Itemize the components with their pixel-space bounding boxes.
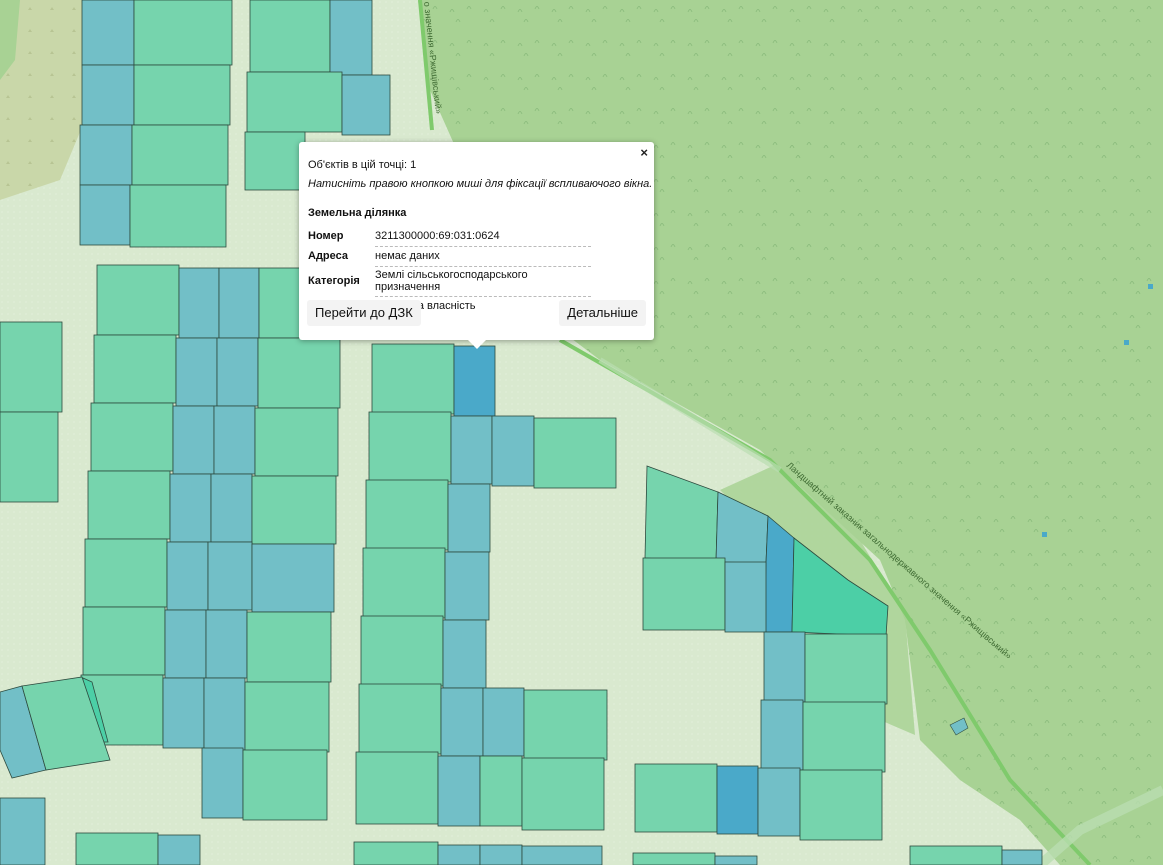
selected-parcel bbox=[453, 345, 496, 417]
details-button[interactable]: Детальніше bbox=[559, 300, 646, 326]
popup-hint: Натисніть правою кнопкою миші для фіксац… bbox=[308, 178, 653, 190]
close-icon[interactable]: × bbox=[640, 145, 648, 160]
table-row: Категорія Землі сільськогосподарського п… bbox=[308, 266, 591, 297]
parcel-info-popup: × Об'єктів в цій точці: 1 Натисніть прав… bbox=[299, 142, 654, 349]
section-title: Земельна ділянка bbox=[308, 207, 407, 219]
popup-pointer bbox=[467, 339, 487, 349]
table-row: Адреса немає даних bbox=[308, 246, 591, 267]
attr-value: 3211300000:69:031:0624 bbox=[375, 227, 591, 247]
table-row: Номер 3211300000:69:031:0624 bbox=[308, 227, 591, 247]
attr-key: Категорія bbox=[308, 275, 360, 287]
go-to-dzk-button[interactable]: Перейти до ДЗК bbox=[307, 300, 421, 326]
objects-count: Об'єктів в цій точці: 1 bbox=[308, 159, 417, 171]
cadastral-map[interactable]: о значення «Ржищівський» Ландшафтний зак… bbox=[0, 0, 1163, 865]
attr-key: Адреса bbox=[308, 250, 348, 262]
attr-value: немає даних bbox=[375, 246, 591, 267]
attr-value: Землі сільськогосподарського призначення bbox=[375, 266, 591, 297]
attr-key: Номер bbox=[308, 230, 344, 243]
